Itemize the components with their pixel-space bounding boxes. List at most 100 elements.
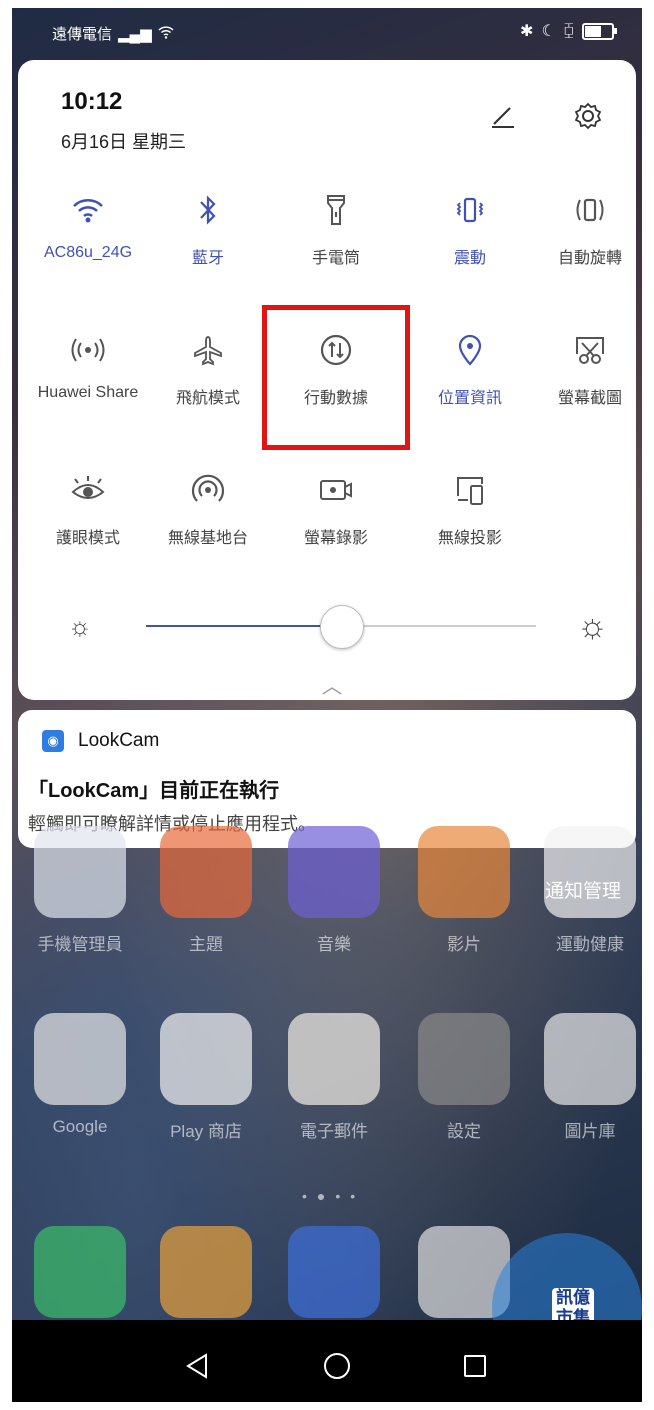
tile-label: AC86u_24G [43,244,133,261]
tile-screenshot[interactable]: 螢幕截圖 [530,330,642,408]
brightness-high-icon: ☼ [576,607,608,645]
vibrate-status-icon: ⧮ [563,22,574,39]
tile-wireless-projection[interactable]: 無線投影 [410,470,530,548]
dock-app[interactable] [274,1226,394,1318]
tile-label: 螢幕截圖 [557,390,622,407]
tile-label: 藍牙 [191,250,224,267]
vibrate-icon [410,190,530,230]
app-icon [160,826,252,918]
home-app[interactable]: 音樂 [274,826,394,955]
edit-icon[interactable] [484,96,524,136]
tile-airplane-mode[interactable]: 飛航模式 [148,330,268,408]
home-app[interactable]: 設定 [404,1013,524,1142]
notification-manager-label: 通知管理 [545,881,622,902]
home-app[interactable]: 影片 [404,826,524,955]
app-label: 設定 [447,1122,481,1141]
navigation-bar [12,1320,642,1402]
dock-app[interactable] [146,1226,266,1318]
notification-title: 「LookCam」目前正在執行 [28,780,280,802]
huawei-share-icon [28,330,148,370]
app-icon [288,826,380,918]
app-icon [418,1013,510,1105]
lookcam-app-icon: ◉ [42,730,64,752]
dock-app[interactable] [20,1226,140,1318]
app-icon [160,1013,252,1105]
tile-vibrate[interactable]: 震動 [410,190,530,268]
screen-record-icon [276,470,396,510]
back-icon[interactable] [177,1346,217,1386]
app-icon [544,826,636,918]
carrier-label: 遠傳電信 [52,26,113,43]
chevron-up-icon[interactable]: ︿ [322,670,342,699]
tile-hotspot[interactable]: 無線基地台 [148,470,268,548]
notification-app-name: LookCam [78,730,160,751]
wifi-icon [28,190,148,230]
tile-label: 位置資訊 [437,390,502,407]
clock: 10:12 [61,88,123,115]
phone-screen: 遠傳電信 ▂▄▆ ✱ ☾ ⧮ 10:12 6月16日 星期三 AC86u_24G [12,8,642,1402]
app-label: Play 商店 [170,1122,242,1141]
app-label: 運動健康 [556,935,624,954]
app-icon [34,826,126,918]
app-label: 主題 [189,935,223,954]
app-icon [288,1013,380,1105]
tile-label: 螢幕錄影 [303,530,368,547]
home-app[interactable]: 主題 [146,826,266,955]
flashlight-icon [276,190,396,230]
tile-wifi[interactable]: AC86u_24G [28,190,148,262]
tile-bluetooth[interactable]: 藍牙 [148,190,268,268]
messages-app-icon [288,1226,380,1318]
page-indicator: •●•• [302,1188,366,1204]
home-app[interactable]: 手機管理員 [20,826,140,955]
app-label: Google [52,1117,108,1136]
home-app[interactable]: 電子郵件 [274,1013,394,1142]
brightness-thumb[interactable] [320,605,364,649]
tile-label: 無線基地台 [167,530,248,547]
home-app[interactable]: Play 商店 [146,1013,266,1142]
bluetooth-status-icon: ✱ [520,23,534,40]
tile-label: 自動旋轉 [557,250,622,267]
contacts-app-icon [160,1226,252,1318]
tile-auto-rotate[interactable]: 自動旋轉 [530,190,642,268]
tile-huawei-share[interactable]: Huawei Share [28,330,148,402]
app-label: 圖片庫 [564,1122,616,1141]
tile-flashlight[interactable]: 手電筒 [276,190,396,268]
moon-icon: ☾ [541,23,556,40]
tile-location[interactable]: 位置資訊 [410,330,530,408]
date: 6月16日 星期三 [61,132,187,152]
wireless-projection-icon [410,470,530,510]
signal-icon: ▂▄▆ [118,25,152,43]
home-app[interactable]: Google [20,1013,140,1137]
quick-settings-panel: 10:12 6月16日 星期三 AC86u_24G 藍牙 手電筒 震動 自動旋轉… [18,60,636,700]
gear-icon[interactable] [568,96,608,136]
home-icon[interactable] [317,1346,357,1386]
eye-comfort-icon [28,470,148,510]
tile-label: 手電筒 [311,250,360,267]
app-icon [34,1013,126,1105]
tile-label: 護眼模式 [55,530,120,547]
wifi-status-icon [158,25,174,43]
screenshot-icon [530,330,642,370]
tile-screen-record[interactable]: 螢幕錄影 [276,470,396,548]
bluetooth-icon [148,190,268,230]
status-bar: 遠傳電信 ▂▄▆ ✱ ☾ ⧮ [12,8,642,58]
app-icon [544,1013,636,1105]
tile-label: Huawei Share [37,384,139,401]
tile-label: 無線投影 [437,530,502,547]
location-icon [410,330,530,370]
tile-eye-comfort[interactable]: 護眼模式 [28,470,148,548]
tile-label: 飛航模式 [175,390,240,407]
app-label: 影片 [447,935,481,954]
app-label: 音樂 [317,935,351,954]
battery-icon [582,22,617,40]
app-label: 手機管理員 [37,935,123,954]
app-label: 電子郵件 [300,1122,368,1141]
home-app[interactable]: 圖片庫 [530,1013,642,1142]
brightness-fill [146,625,341,627]
hotspot-icon [148,470,268,510]
brightness-slider[interactable]: ☼ ☼ [68,605,608,649]
brightness-low-icon: ☼ [68,611,92,641]
recents-icon[interactable] [455,1346,495,1386]
airplane-icon [148,330,268,370]
brightness-track[interactable] [146,605,536,649]
